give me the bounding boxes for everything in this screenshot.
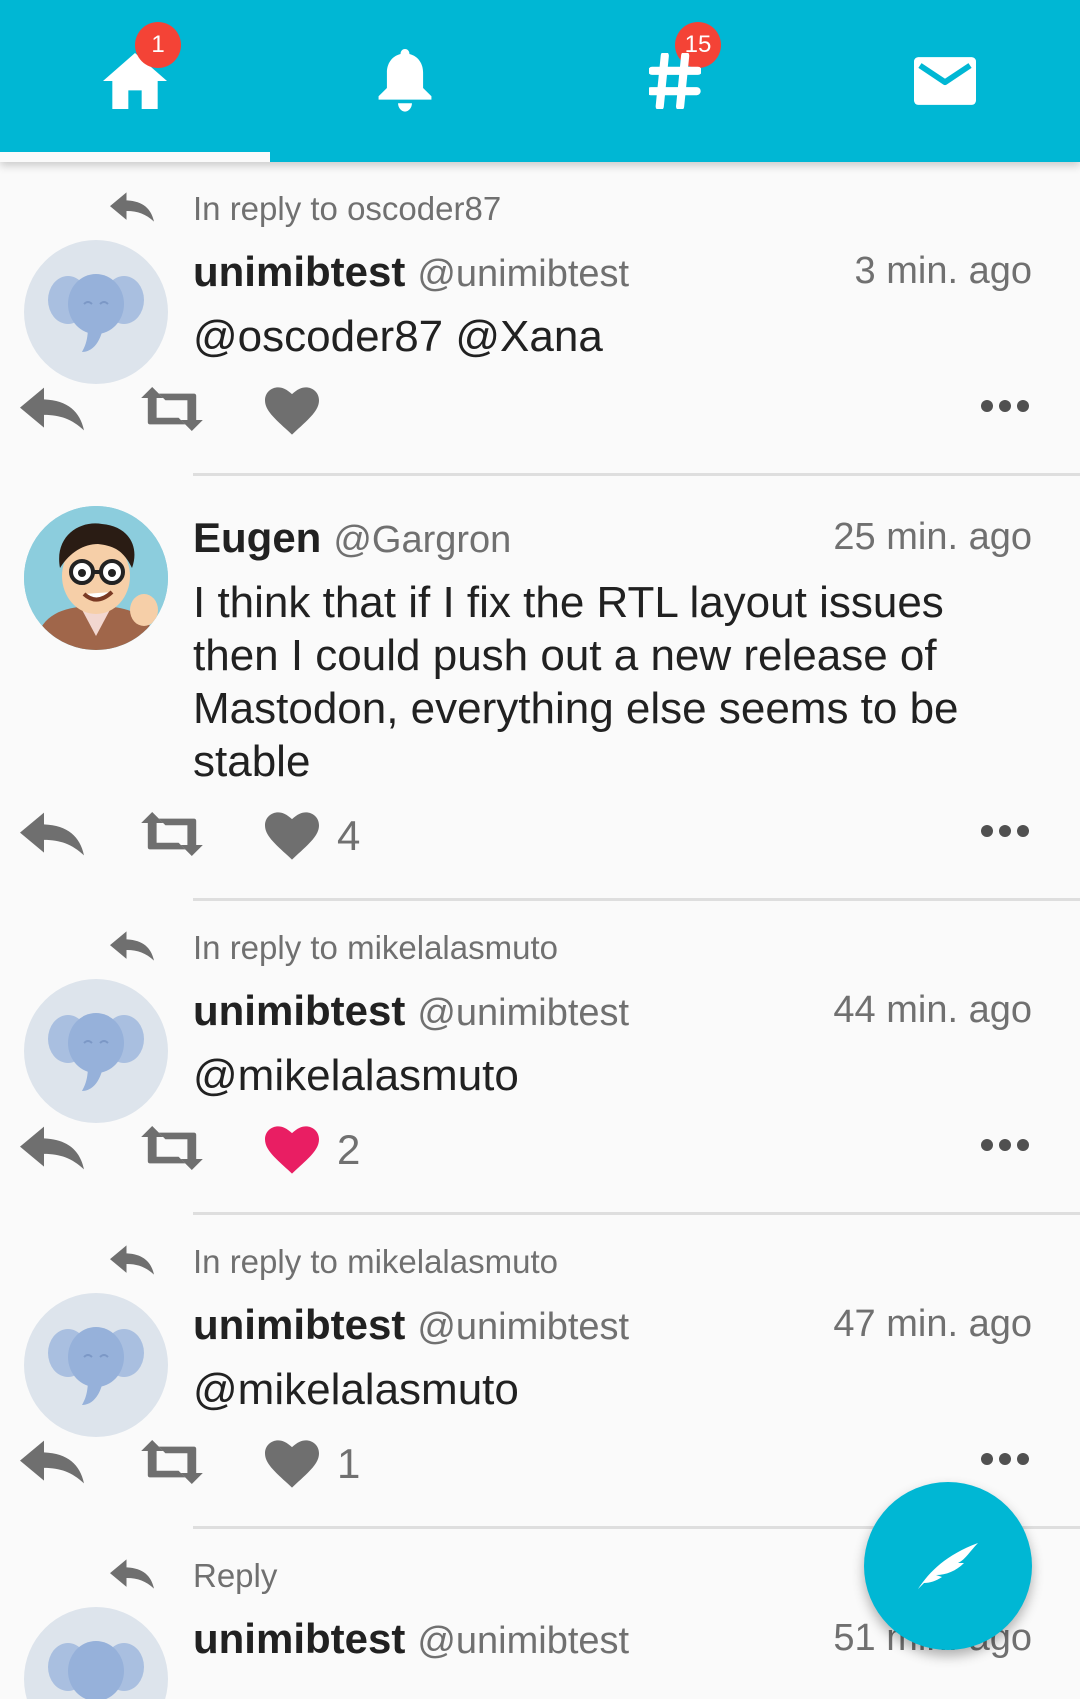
favourite-count: 4 — [337, 812, 361, 859]
more-options-button[interactable] — [980, 399, 1030, 413]
more-options-button[interactable] — [980, 1138, 1030, 1152]
home-badge: 1 — [135, 22, 181, 68]
favourite-button[interactable]: 2 — [265, 1126, 360, 1174]
boost-icon — [141, 1126, 203, 1170]
boost-icon — [141, 387, 203, 431]
reply-icon — [20, 812, 84, 856]
status-content[interactable]: @mikelalasmuto — [193, 1049, 1056, 1102]
favourite-button[interactable]: 4 — [265, 812, 360, 860]
status-actions: 4 — [0, 788, 1080, 898]
more-icon — [981, 400, 1029, 412]
heart-filled-icon — [265, 1126, 319, 1174]
timestamp[interactable]: 47 min. ago — [833, 1303, 1032, 1346]
reply-button[interactable] — [20, 1126, 84, 1170]
more-icon — [981, 825, 1029, 837]
boost-icon — [141, 1440, 203, 1484]
more-options-button[interactable] — [980, 1452, 1030, 1466]
reply-context-text: Reply — [193, 1557, 278, 1594]
tab-home[interactable]: 1 — [0, 0, 270, 162]
status-item[interactable]: In reply to mikelalasmuto unimibtest @un… — [0, 901, 1080, 1215]
reply-arrow-icon — [110, 192, 154, 222]
elephant-avatar[interactable] — [24, 1607, 168, 1699]
status-content[interactable]: @mikelalasmuto — [193, 1363, 1056, 1416]
tab-messages[interactable] — [810, 0, 1080, 162]
reply-context: In reply to mikelalasmuto — [0, 901, 1080, 979]
tab-notifications[interactable]: 15 — [270, 0, 721, 162]
reply-context: In reply to mikelalasmuto — [0, 1215, 1080, 1293]
reply-arrow-icon — [110, 1559, 154, 1589]
reply-button[interactable] — [20, 1440, 84, 1484]
more-icon — [981, 1139, 1029, 1151]
display-name[interactable]: unimibtest — [193, 248, 405, 296]
boost-icon — [141, 812, 203, 856]
reply-icon — [20, 1126, 84, 1170]
boost-button[interactable] — [138, 812, 206, 856]
username[interactable]: @Gargron — [333, 519, 511, 562]
username[interactable]: @unimibtest — [417, 253, 629, 296]
reply-context-text: In reply to mikelalasmuto — [193, 929, 558, 966]
username[interactable]: @unimibtest — [417, 1306, 629, 1349]
reply-icon — [20, 387, 84, 431]
hashtag-icon — [649, 53, 701, 109]
timestamp[interactable]: 3 min. ago — [855, 250, 1032, 293]
heart-icon — [265, 387, 319, 435]
status-actions — [0, 363, 1080, 473]
more-icon — [981, 1453, 1029, 1465]
favourite-count: 2 — [337, 1126, 361, 1173]
more-options-button[interactable] — [980, 824, 1030, 838]
reply-arrow-icon — [110, 931, 154, 961]
reply-context: In reply to oscoder87 — [0, 162, 1080, 240]
heart-icon — [265, 812, 319, 860]
username[interactable]: @unimibtest — [417, 992, 629, 1035]
reply-icon — [20, 1440, 84, 1484]
envelope-icon — [914, 57, 976, 105]
reply-context-text: In reply to oscoder87 — [193, 190, 502, 227]
tab-hashtag[interactable] — [540, 0, 810, 162]
boost-button[interactable] — [138, 1126, 206, 1170]
username[interactable]: @unimibtest — [417, 1620, 629, 1663]
display-name[interactable]: unimibtest — [193, 1615, 405, 1663]
top-tab-bar: 1 15 — [0, 0, 1080, 162]
boost-button[interactable] — [138, 1440, 206, 1484]
favourite-count: 1 — [337, 1440, 361, 1487]
bell-icon — [378, 49, 432, 112]
status-item[interactable]: In reply to mikelalasmuto unimibtest @un… — [0, 1215, 1080, 1529]
reply-button[interactable] — [20, 387, 84, 431]
timestamp[interactable]: 44 min. ago — [833, 989, 1032, 1032]
user-portrait-icon — [24, 506, 168, 650]
display-name[interactable]: Eugen — [193, 514, 321, 562]
display-name[interactable]: unimibtest — [193, 1301, 405, 1349]
reply-context-text: In reply to mikelalasmuto — [193, 1243, 558, 1280]
favourite-button[interactable] — [265, 387, 337, 435]
status-content[interactable]: I think that if I fix the RTL layout iss… — [193, 576, 1056, 788]
timestamp[interactable]: 25 min. ago — [833, 516, 1032, 559]
favourite-button[interactable]: 1 — [265, 1440, 360, 1488]
cartoon-avatar[interactable] — [24, 506, 168, 650]
quill-icon — [918, 1543, 978, 1589]
active-tab-indicator — [0, 152, 270, 162]
reply-arrow-icon — [110, 1245, 154, 1275]
heart-icon — [265, 1440, 319, 1488]
status-item[interactable]: Eugen @Gargron 25 min. ago I think that … — [0, 476, 1080, 901]
boost-button[interactable] — [138, 387, 206, 431]
home-timeline: In reply to oscoder87 unimibtest @unimib… — [0, 162, 1080, 1699]
status-actions: 2 — [0, 1102, 1080, 1212]
status-content[interactable]: @oscoder87 @Xana — [193, 310, 1056, 363]
display-name[interactable]: unimibtest — [193, 987, 405, 1035]
reply-button[interactable] — [20, 812, 84, 856]
compose-button[interactable] — [864, 1482, 1032, 1650]
status-item[interactable]: In reply to oscoder87 unimibtest @unimib… — [0, 162, 1080, 476]
elephant-icon — [48, 1641, 144, 1699]
